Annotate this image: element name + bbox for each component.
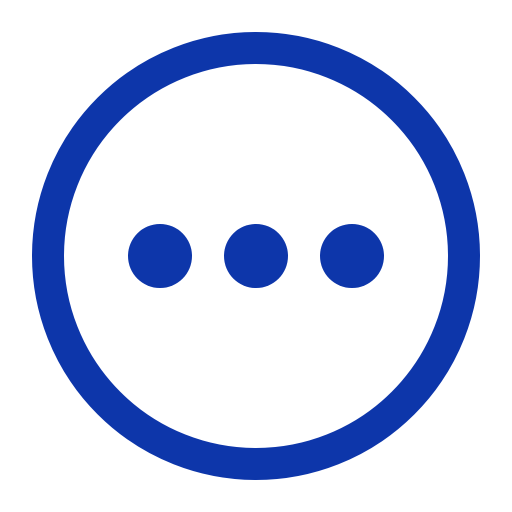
- dot-left: [128, 224, 192, 288]
- dot-middle: [224, 224, 288, 288]
- dot-right: [320, 224, 384, 288]
- more-options-icon: [32, 32, 480, 480]
- icon-canvas: [0, 0, 512, 512]
- more-options-button[interactable]: [0, 0, 512, 512]
